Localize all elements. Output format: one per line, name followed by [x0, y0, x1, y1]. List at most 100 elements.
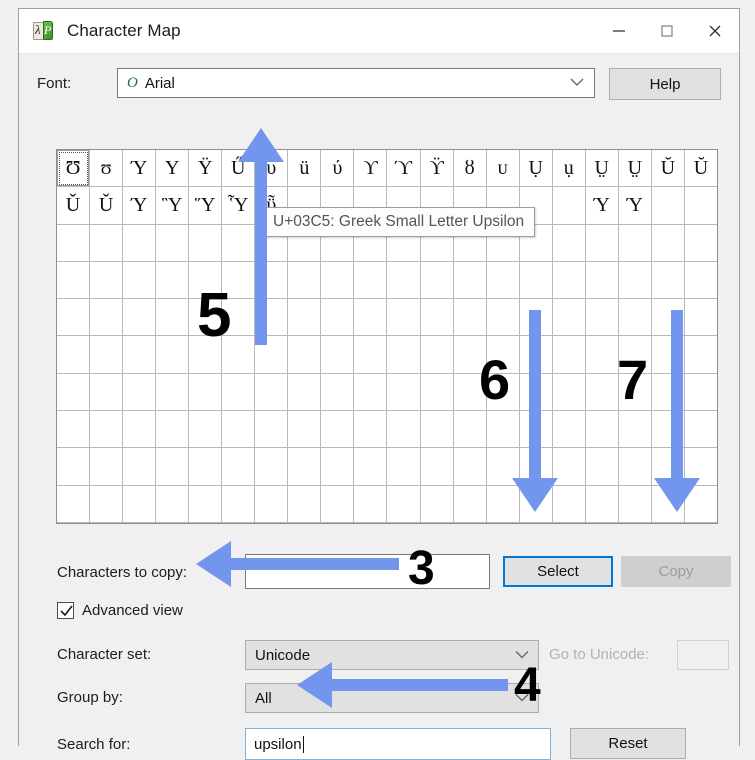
character-cell[interactable] [420, 448, 454, 486]
character-cell[interactable] [123, 485, 157, 523]
character-cell[interactable]: Ŭ [651, 150, 685, 188]
character-cell[interactable] [651, 261, 685, 300]
character-cell[interactable] [189, 299, 223, 337]
character-cell[interactable]: Ŭ [684, 150, 717, 188]
character-cell[interactable] [222, 299, 256, 337]
characters-to-copy-input[interactable] [245, 554, 490, 589]
character-cell[interactable] [552, 224, 586, 262]
character-cell[interactable] [486, 336, 520, 374]
character-cell[interactable] [651, 299, 685, 337]
character-cell[interactable] [684, 373, 717, 412]
character-cell[interactable] [453, 448, 487, 486]
character-cell[interactable] [585, 261, 619, 300]
character-cell[interactable] [57, 485, 91, 523]
select-button[interactable]: Select [503, 556, 613, 587]
character-cell[interactable] [651, 411, 685, 449]
character-cell[interactable] [387, 261, 421, 300]
character-cell[interactable] [156, 448, 190, 486]
character-cell[interactable] [57, 224, 91, 262]
character-cell[interactable] [453, 299, 487, 337]
character-cell[interactable] [156, 299, 190, 337]
character-cell[interactable] [453, 411, 487, 449]
character-cell[interactable] [519, 299, 553, 337]
character-cell[interactable] [618, 336, 652, 374]
character-cell[interactable] [684, 485, 717, 523]
character-cell[interactable] [57, 261, 91, 300]
character-cell[interactable]: Ύ [123, 187, 157, 225]
character-cell[interactable] [123, 261, 157, 300]
character-set-select[interactable]: Unicode [245, 640, 539, 670]
character-cell[interactable] [354, 299, 388, 337]
character-cell[interactable] [486, 448, 520, 486]
character-cell[interactable] [222, 373, 256, 412]
character-cell[interactable] [222, 336, 256, 374]
character-cell[interactable] [90, 448, 124, 486]
character-cell[interactable] [321, 448, 355, 486]
character-cell[interactable] [354, 373, 388, 412]
character-cell[interactable] [321, 299, 355, 337]
character-cell[interactable] [156, 485, 190, 523]
character-cell[interactable] [684, 448, 717, 486]
character-cell[interactable] [90, 336, 124, 374]
character-cell[interactable] [519, 261, 553, 300]
character-cell[interactable] [222, 224, 256, 262]
character-cell[interactable] [57, 299, 91, 337]
character-cell[interactable] [420, 299, 454, 337]
character-cell[interactable] [420, 373, 454, 412]
character-cell[interactable] [354, 448, 388, 486]
close-icon[interactable] [691, 9, 739, 53]
character-cell[interactable] [189, 485, 223, 523]
character-cell[interactable] [189, 373, 223, 412]
character-cell[interactable] [684, 224, 717, 262]
character-cell[interactable] [552, 411, 586, 449]
character-cell[interactable] [123, 448, 157, 486]
character-cell[interactable] [156, 373, 190, 412]
advanced-view-checkbox[interactable]: Advanced view [57, 602, 183, 619]
character-cell[interactable] [123, 411, 157, 449]
character-cell[interactable] [57, 373, 91, 412]
character-cell[interactable] [288, 485, 322, 523]
character-cell[interactable] [519, 448, 553, 486]
search-input[interactable]: upsilon [245, 728, 551, 760]
character-cell[interactable] [288, 448, 322, 486]
character-cell[interactable] [222, 448, 256, 486]
character-cell[interactable] [684, 187, 717, 225]
character-cell[interactable]: Ύ [585, 187, 619, 225]
character-cell[interactable] [189, 448, 223, 486]
character-cell[interactable] [585, 411, 619, 449]
character-grid[interactable]: ƱʊΎΥΫŰυüύϒϓϔȣᴜỤụṲṲŬŬǓǓΎὛὝὟῧΎΎ [56, 149, 718, 524]
character-cell[interactable]: ȣ [453, 150, 487, 188]
character-cell[interactable] [321, 485, 355, 523]
character-cell[interactable] [618, 299, 652, 337]
character-cell[interactable] [288, 373, 322, 412]
character-cell[interactable] [354, 485, 388, 523]
character-cell[interactable]: Ϋ [189, 150, 223, 188]
character-cell[interactable]: Ʊ [57, 150, 91, 188]
character-cell[interactable] [684, 336, 717, 374]
character-cell[interactable] [255, 485, 289, 523]
character-cell[interactable] [90, 411, 124, 449]
character-cell[interactable] [156, 224, 190, 262]
character-cell[interactable] [585, 373, 619, 412]
character-cell[interactable] [90, 299, 124, 337]
character-cell[interactable] [321, 336, 355, 374]
character-cell[interactable] [420, 261, 454, 300]
character-cell[interactable] [552, 373, 586, 412]
character-cell[interactable] [684, 299, 717, 337]
character-cell[interactable] [585, 224, 619, 262]
character-cell[interactable] [552, 336, 586, 374]
character-cell[interactable]: ʊ [90, 150, 124, 188]
character-cell[interactable] [552, 261, 586, 300]
character-cell[interactable] [618, 485, 652, 523]
character-cell[interactable] [684, 261, 717, 300]
character-cell[interactable] [486, 299, 520, 337]
character-cell[interactable] [651, 448, 685, 486]
character-cell[interactable] [156, 336, 190, 374]
character-cell[interactable]: Ύ [123, 150, 157, 188]
character-cell[interactable] [387, 448, 421, 486]
character-cell[interactable] [486, 485, 520, 523]
character-cell[interactable] [453, 261, 487, 300]
character-cell[interactable] [387, 485, 421, 523]
character-cell[interactable] [585, 336, 619, 374]
character-cell[interactable] [387, 336, 421, 374]
